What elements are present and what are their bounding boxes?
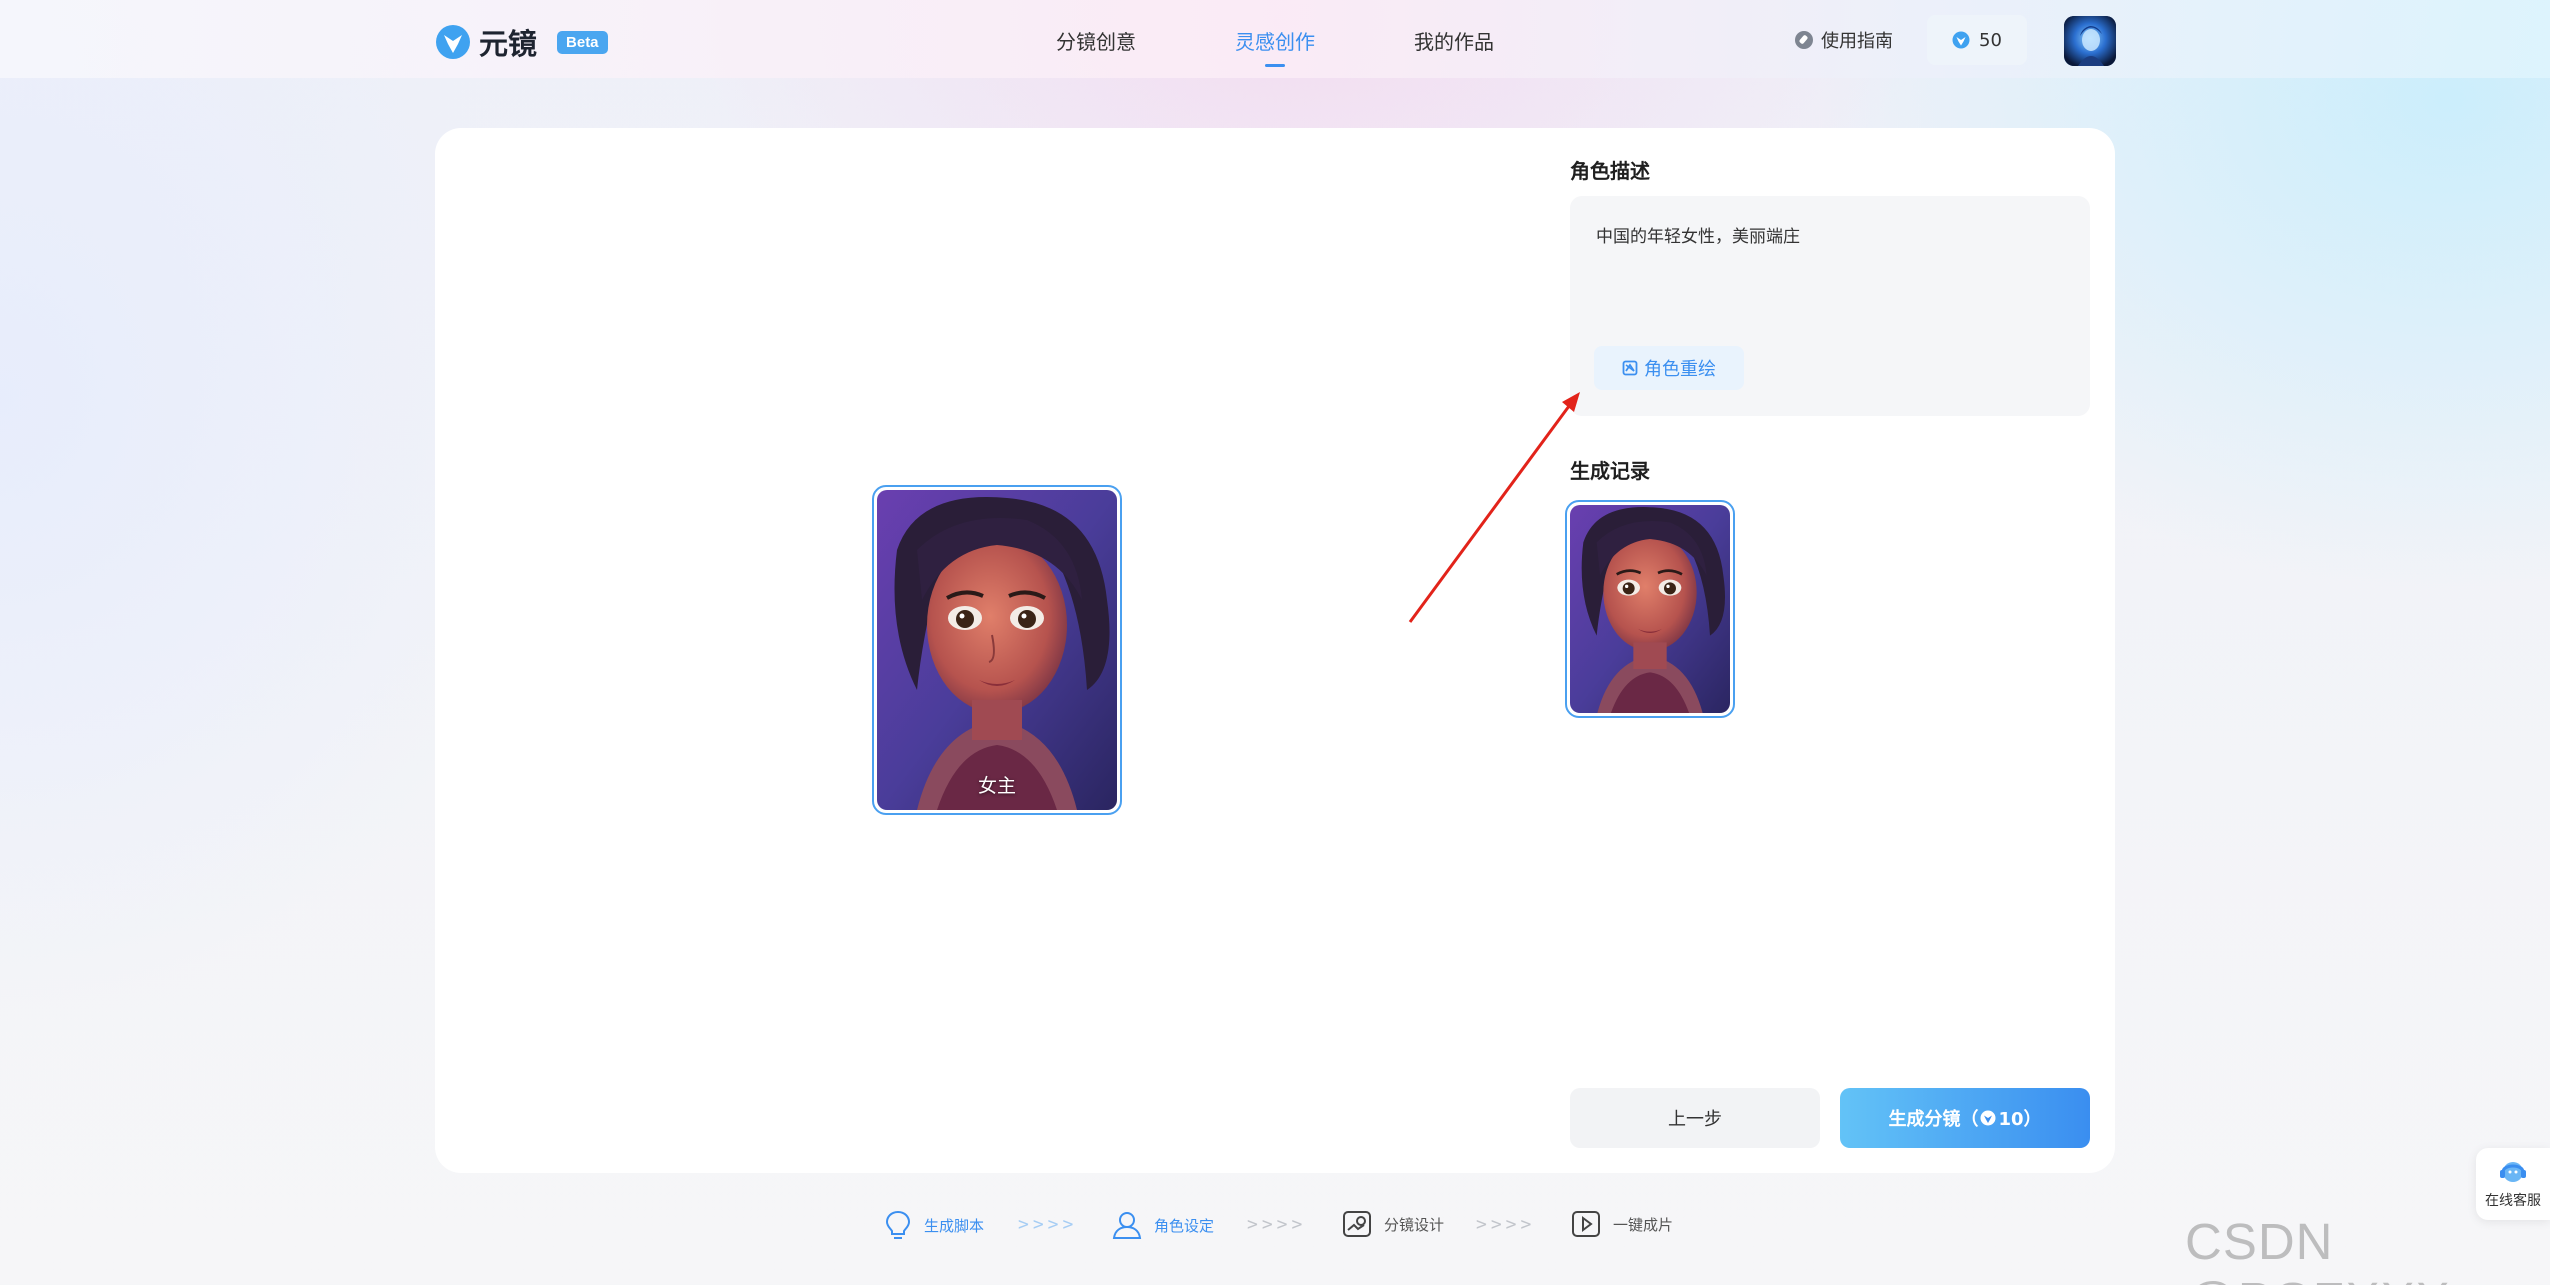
- description-textarea[interactable]: 中国的年轻女性，美丽端庄 角色重绘: [1570, 196, 2090, 416]
- generate-storyboard-button[interactable]: 生成分镜（ 10）: [1840, 1088, 2090, 1148]
- credits-value: 50: [1979, 29, 2002, 51]
- history-title: 生成记录: [1570, 459, 1650, 483]
- generate-cost: 10）: [1998, 1109, 2042, 1130]
- step-separator: >>>>: [1018, 1214, 1078, 1235]
- headset-icon: [2500, 1162, 2526, 1182]
- redraw-character-button[interactable]: 角色重绘: [1594, 346, 1744, 390]
- nav-inspiration[interactable]: 灵感创作: [1235, 26, 1315, 67]
- top-header: 元镜 Beta 分镜创意 灵感创作 我的作品 使用指南 50: [0, 0, 2550, 78]
- description-text[interactable]: 中国的年轻女性，美丽端庄: [1596, 222, 1800, 247]
- redraw-icon: [1622, 360, 1638, 376]
- beta-badge: Beta: [557, 30, 608, 54]
- step-label: 角色设定: [1154, 1216, 1215, 1235]
- description-title: 角色描述: [1570, 159, 1650, 183]
- history-thumbnail-image: [1570, 505, 1730, 713]
- history-thumbnail[interactable]: [1565, 500, 1735, 718]
- credit-coin-icon: [1980, 1110, 1996, 1126]
- previous-step-label: 上一步: [1668, 1109, 1722, 1130]
- generate-label: 生成分镜（: [1888, 1109, 1979, 1130]
- step-character-setting[interactable]: 角色设定: [1112, 1210, 1214, 1240]
- character-portrait-image: [877, 490, 1117, 810]
- step-separator: >>>>: [1247, 1214, 1307, 1235]
- avatar-image: [2064, 16, 2116, 66]
- service-label: 在线客服: [2485, 1193, 2541, 1209]
- progress-steps: 生成脚本 >>>> 角色设定 >>>> 分镜设计 >>>> 一键成片: [0, 1210, 2550, 1250]
- step-generate-script[interactable]: 生成脚本: [884, 1210, 984, 1240]
- thumbnail-portrait-image: [1570, 505, 1730, 713]
- logo-icon: [436, 25, 470, 59]
- guide-label: 使用指南: [1821, 31, 1893, 52]
- logo[interactable]: 元镜 Beta: [435, 21, 608, 63]
- step-label: 一键成片: [1613, 1215, 1674, 1234]
- character-portrait: 女主: [877, 490, 1117, 810]
- step-label: 生成脚本: [924, 1216, 985, 1235]
- online-service-widget[interactable]: 在线客服: [2476, 1148, 2550, 1220]
- bulb-icon: [885, 1210, 911, 1239]
- credits-balance[interactable]: 50: [1927, 15, 2027, 65]
- redraw-label: 角色重绘: [1644, 359, 1716, 380]
- user-icon: [1112, 1212, 1142, 1239]
- step-storyboard-design[interactable]: 分镜设计: [1342, 1210, 1444, 1238]
- play-icon: [1572, 1211, 1600, 1237]
- storyboard-icon: [1343, 1211, 1371, 1237]
- step-separator: >>>>: [1476, 1214, 1536, 1235]
- guide-link[interactable]: 使用指南: [1795, 27, 1893, 53]
- compass-icon: [1795, 31, 1813, 49]
- user-avatar[interactable]: [2064, 16, 2116, 66]
- previous-step-button[interactable]: 上一步: [1570, 1088, 1820, 1148]
- step-label: 分镜设计: [1384, 1215, 1445, 1234]
- nav-my-works[interactable]: 我的作品: [1414, 26, 1494, 55]
- step-one-click-video[interactable]: 一键成片: [1571, 1210, 1673, 1238]
- nav-inspiration-label: 灵感创作: [1235, 30, 1315, 54]
- watermark: CSDN @PGZXXX: [2185, 1213, 2450, 1285]
- character-card-selected[interactable]: 女主: [872, 485, 1122, 815]
- character-name-label: 女主: [977, 775, 1016, 797]
- logo-text: 元镜: [479, 27, 538, 61]
- nav-storyboard-idea[interactable]: 分镜创意: [1056, 26, 1136, 55]
- nav-active-indicator: [1265, 64, 1285, 67]
- credit-coin-icon: [1952, 31, 1970, 49]
